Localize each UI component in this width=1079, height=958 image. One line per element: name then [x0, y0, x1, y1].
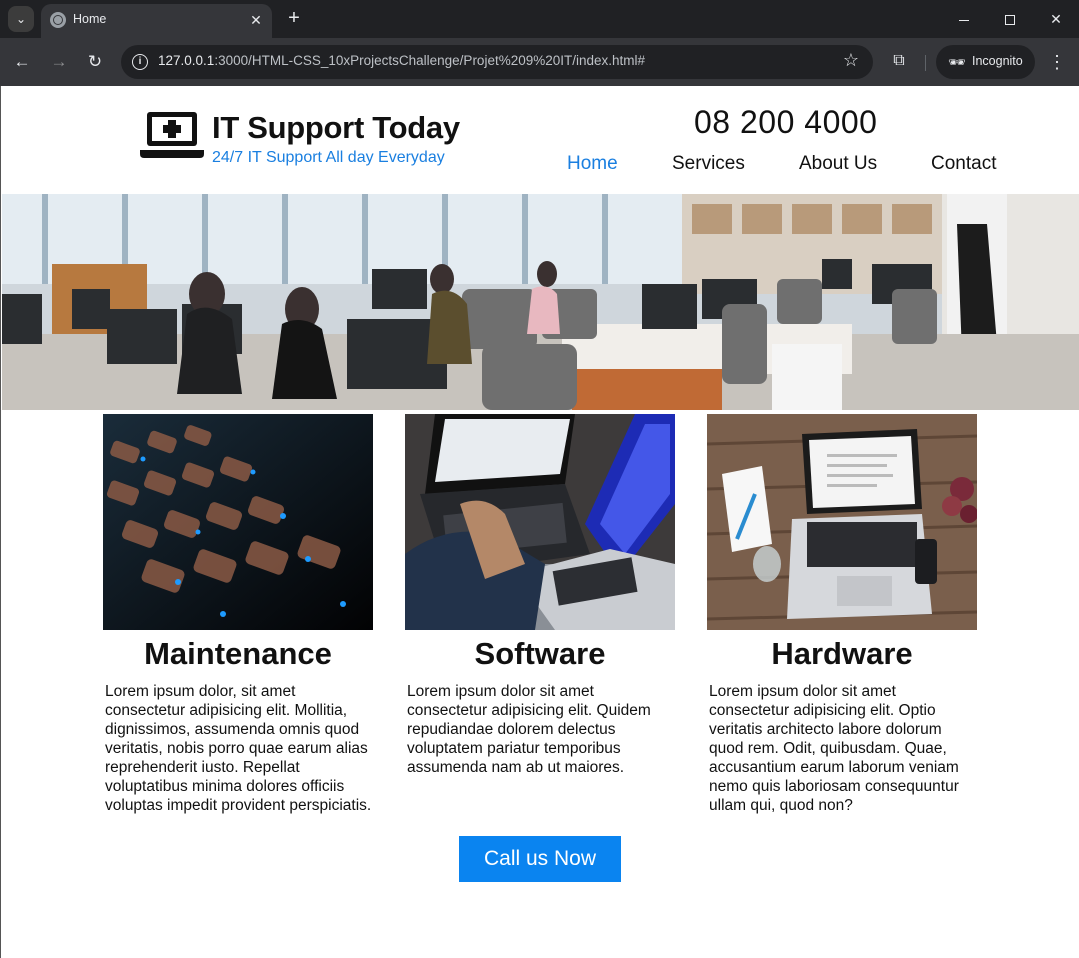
tab-search-button[interactable]: ⌄ [8, 6, 34, 32]
extensions-icon[interactable]: ⧉ [888, 50, 910, 72]
nav-about-us[interactable]: About Us [799, 153, 877, 175]
maximize-button[interactable] [990, 4, 1030, 34]
card-description: Lorem ipsum dolor sit amet consectetur a… [407, 683, 651, 776]
reload-icon[interactable]: ↻ [83, 50, 107, 74]
back-arrow-icon[interactable]: ← [10, 50, 34, 74]
new-tab-button[interactable]: + [282, 6, 306, 30]
nav-contact[interactable]: Contact [931, 153, 996, 175]
call-us-now-button[interactable]: Call us Now [459, 836, 621, 882]
card-description: Lorem ipsum dolor, sit amet consectetur … [105, 683, 372, 814]
incognito-icon: 🕶 [948, 54, 966, 70]
card-description: Lorem ipsum dolor sit amet consectetur a… [709, 683, 959, 814]
service-card-maintenance: Maintenance Lorem ipsum dolor, sit amet … [103, 414, 373, 815]
tab-title: Home [73, 12, 107, 26]
incognito-badge[interactable]: 🕶 Incognito [936, 45, 1035, 79]
nav-services[interactable]: Services [672, 153, 745, 175]
card-title: Maintenance [144, 636, 332, 671]
keyboard-image [103, 414, 373, 630]
address-bar[interactable]: i 127.0.0.1:3000/HTML-CSS_10xProjectsCha… [121, 45, 873, 79]
browser-toolbar: ← → ↻ i 127.0.0.1:3000/HTML-CSS_10xProje… [0, 38, 1079, 86]
site-tagline: 24/7 IT Support All day Everyday [212, 149, 445, 166]
forward-arrow-icon[interactable]: → [47, 50, 71, 74]
service-card-hardware: Hardware Lorem ipsum dolor sit amet cons… [707, 414, 977, 815]
laptops-image [405, 414, 675, 630]
globe-icon [50, 12, 66, 28]
nav-home[interactable]: Home [567, 153, 618, 175]
site-title: IT Support Today [212, 110, 460, 145]
bookmark-star-icon[interactable]: ☆ [843, 50, 859, 71]
browser-tab-bar: ⌄ Home ✕ + ✕ [0, 0, 1079, 38]
close-icon[interactable]: ✕ [246, 10, 266, 30]
window-close-button[interactable]: ✕ [1036, 4, 1076, 34]
kebab-menu-icon[interactable]: ⋮ [1046, 50, 1068, 74]
hero-office-image [2, 194, 1079, 410]
laptop-on-desk-image [707, 414, 977, 630]
service-card-software: Software Lorem ipsum dolor sit amet cons… [405, 414, 675, 777]
info-icon[interactable]: i [132, 54, 148, 70]
laptop-medical-logo-icon [140, 112, 204, 158]
url-text[interactable]: 127.0.0.1:3000/HTML-CSS_10xProjectsChall… [158, 53, 645, 68]
card-title: Hardware [771, 636, 913, 671]
card-title: Software [474, 636, 606, 671]
minimize-button[interactable] [944, 4, 984, 34]
phone-number: 08 200 4000 [694, 104, 878, 140]
toolbar-divider [925, 55, 926, 71]
page-content: IT Support Today 24/7 IT Support All day… [0, 86, 1079, 958]
browser-tab[interactable]: Home ✕ [41, 4, 272, 38]
